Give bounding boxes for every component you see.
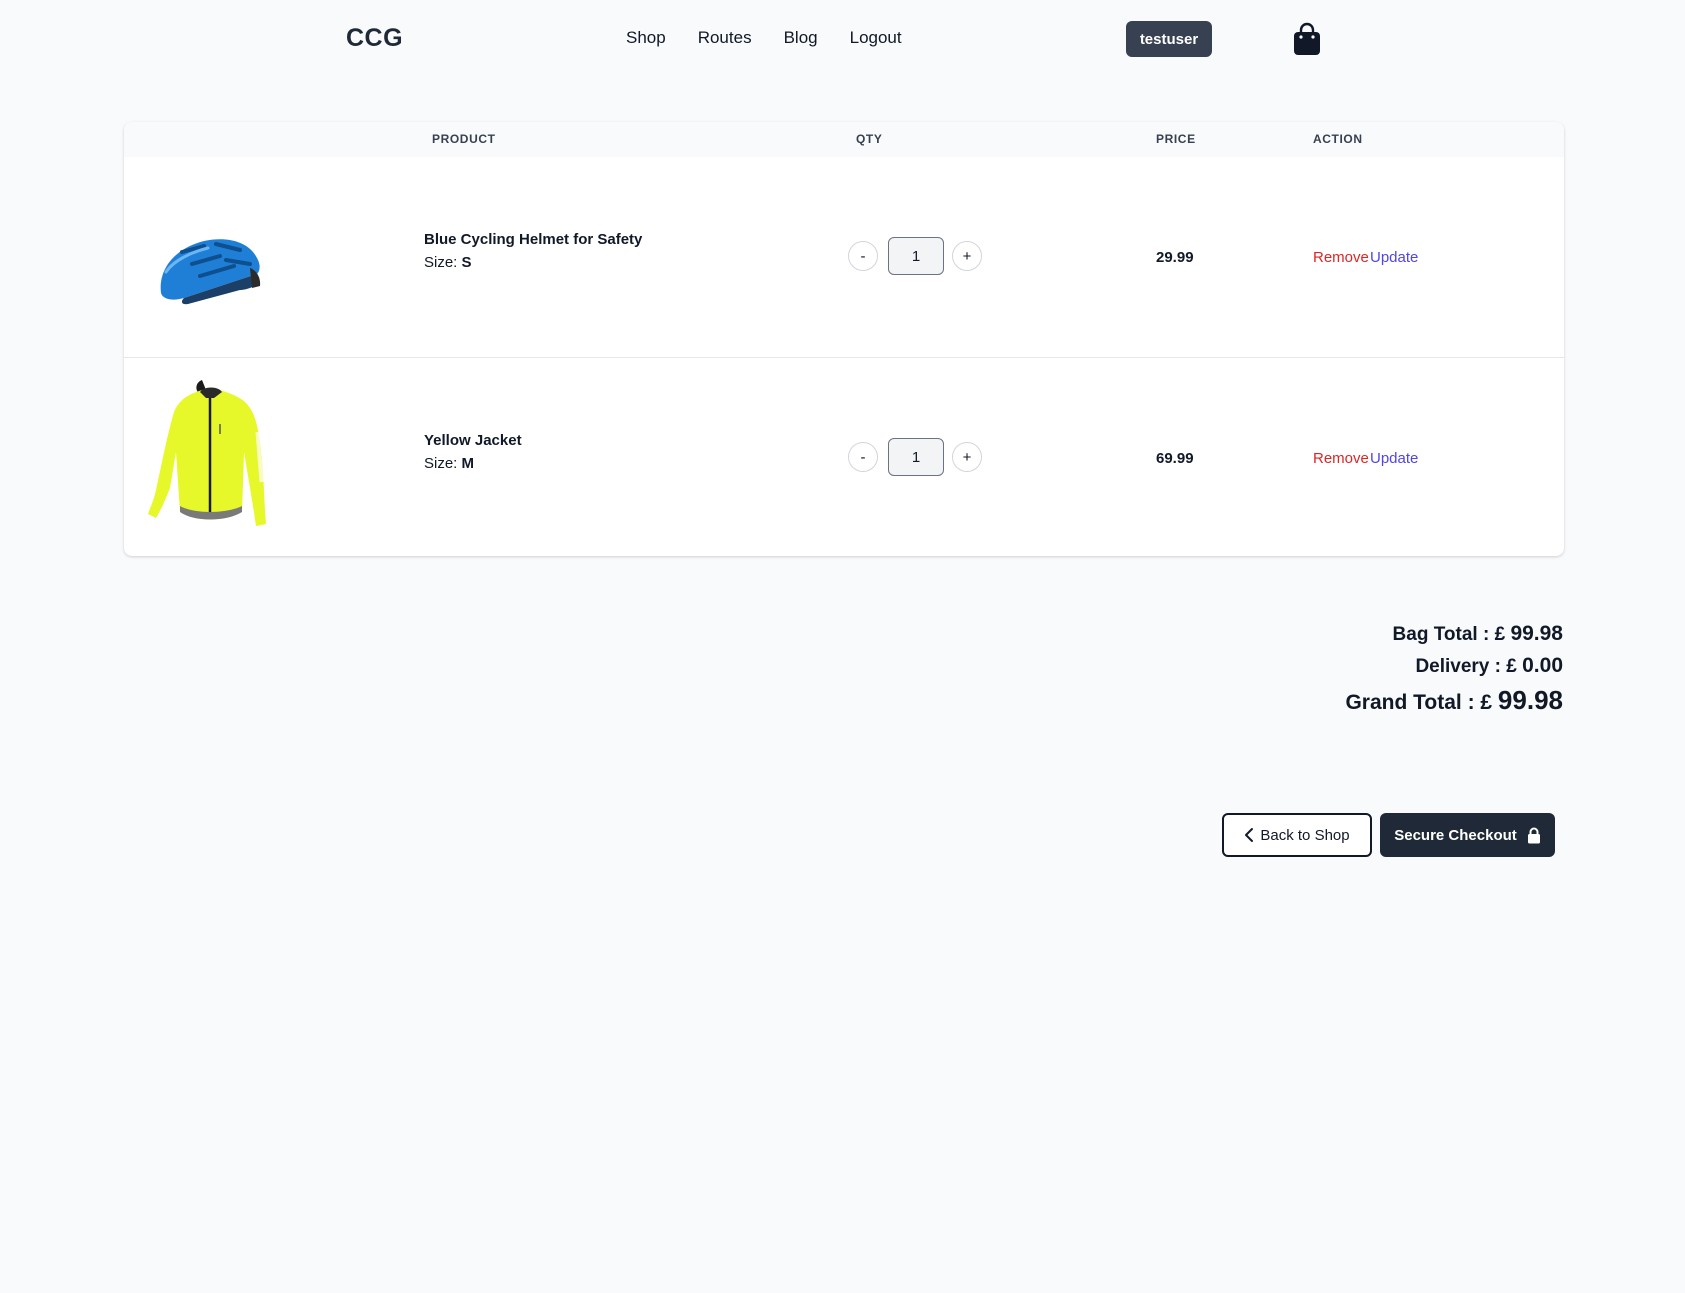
item-price: 29.99 xyxy=(1156,249,1194,266)
back-to-shop-button[interactable]: Back to Shop xyxy=(1222,813,1372,857)
item-price: 69.99 xyxy=(1156,450,1194,467)
nav-routes[interactable]: Routes xyxy=(698,28,752,48)
main-nav: Shop Routes Blog Logout xyxy=(626,28,902,48)
order-totals: Bag Total : £ 99.98 Delivery : £ 0.00 Gr… xyxy=(1345,622,1563,716)
column-header-qty: QTY xyxy=(856,132,883,146)
decrease-qty-button[interactable]: - xyxy=(848,241,878,271)
back-to-shop-label: Back to Shop xyxy=(1260,826,1350,844)
increase-qty-button[interactable]: + xyxy=(952,442,982,472)
nav-shop[interactable]: Shop xyxy=(626,28,666,48)
delivery-total: Delivery : £ 0.00 xyxy=(1345,654,1563,678)
update-item-link[interactable]: Update xyxy=(1370,450,1418,467)
site-logo[interactable]: CCG xyxy=(346,24,403,53)
decrease-qty-button[interactable]: - xyxy=(848,442,878,472)
size-value: S xyxy=(461,254,472,271)
increase-qty-button[interactable]: + xyxy=(952,241,982,271)
delivery-amount: 0.00 xyxy=(1522,654,1563,677)
column-header-price: PRICE xyxy=(1156,132,1196,146)
product-image-helmet[interactable] xyxy=(144,172,274,342)
product-size: Size: S xyxy=(424,254,472,271)
column-header-product: PRODUCT xyxy=(432,132,496,146)
nav-logout[interactable]: Logout xyxy=(850,28,902,48)
remove-item-link[interactable]: Remove xyxy=(1313,249,1369,266)
site-header: CCG Shop Routes Blog Logout testuser xyxy=(0,0,1685,80)
grand-total: Grand Total : £ 99.98 xyxy=(1345,685,1563,716)
remove-item-link[interactable]: Remove xyxy=(1313,450,1369,467)
product-size: Size: M xyxy=(424,455,474,472)
update-item-link[interactable]: Update xyxy=(1370,249,1418,266)
table-row: Yellow Jacket Size: M - + 69.99 Remove U… xyxy=(124,358,1564,556)
secure-checkout-button[interactable]: Secure Checkout xyxy=(1380,813,1555,857)
bag-total-label: Bag Total : £ xyxy=(1392,624,1506,645)
product-name[interactable]: Blue Cycling Helmet for Safety xyxy=(424,231,642,248)
cart-table: PRODUCT QTY PRICE ACTION Blue Cycling He… xyxy=(124,122,1564,556)
user-account-button[interactable]: testuser xyxy=(1126,21,1212,57)
size-label: Size: xyxy=(424,455,458,472)
bag-total-amount: 99.98 xyxy=(1510,622,1563,645)
grand-total-label: Grand Total : £ xyxy=(1345,691,1493,714)
table-header: PRODUCT QTY PRICE ACTION xyxy=(124,122,1564,157)
size-value: M xyxy=(461,455,475,472)
secure-checkout-label: Secure Checkout xyxy=(1394,826,1517,844)
shopping-bag-icon[interactable] xyxy=(1292,22,1322,56)
grand-total-amount: 99.98 xyxy=(1497,685,1563,715)
nav-blog[interactable]: Blog xyxy=(784,28,818,48)
quantity-input[interactable] xyxy=(888,237,944,275)
bag-total: Bag Total : £ 99.98 xyxy=(1345,622,1563,646)
quantity-input[interactable] xyxy=(888,438,944,476)
delivery-label: Delivery : £ xyxy=(1415,656,1517,677)
chevron-left-icon xyxy=(1245,828,1254,842)
table-row: Blue Cycling Helmet for Safety Size: S -… xyxy=(124,157,1564,358)
product-name[interactable]: Yellow Jacket xyxy=(424,432,522,449)
product-image-jacket[interactable] xyxy=(144,372,274,542)
column-header-action: ACTION xyxy=(1313,132,1363,146)
size-label: Size: xyxy=(424,254,458,271)
lock-icon xyxy=(1527,827,1540,843)
